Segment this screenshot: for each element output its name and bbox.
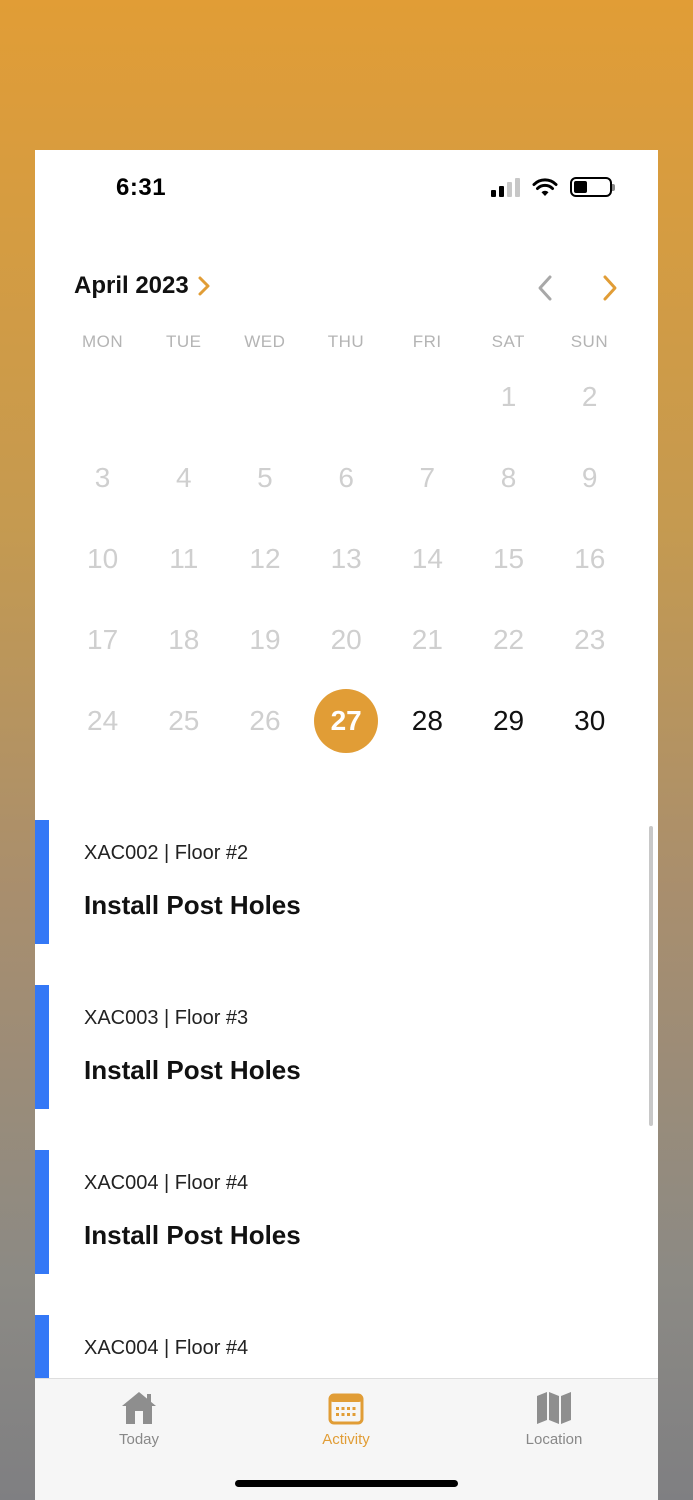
calendar-empty-cell bbox=[143, 356, 224, 437]
battery-icon bbox=[570, 177, 615, 197]
calendar-day[interactable]: 26 bbox=[224, 680, 305, 761]
task-status-bar bbox=[35, 985, 49, 1109]
calendar-day[interactable]: 29 bbox=[468, 680, 549, 761]
calendar-day[interactable]: 10 bbox=[62, 518, 143, 599]
month-title: April 2023 bbox=[74, 272, 189, 299]
calendar-day[interactable]: 14 bbox=[387, 518, 468, 599]
weekday-header: MON TUE WED THU FRI SAT SUN bbox=[62, 332, 630, 352]
calendar-day-selected[interactable]: 27 bbox=[306, 680, 387, 761]
task-code: XAC003 | Floor #3 bbox=[84, 1007, 249, 1029]
calendar-day[interactable]: 4 bbox=[143, 437, 224, 518]
calendar-day[interactable]: 19 bbox=[224, 599, 305, 680]
tab-label: Today bbox=[118, 1431, 160, 1448]
weekday-label: SAT bbox=[491, 332, 525, 351]
calendar-day[interactable]: 16 bbox=[549, 518, 630, 599]
calendar-icon bbox=[328, 1393, 364, 1425]
calendar-day[interactable]: 5 bbox=[224, 437, 305, 518]
calendar-day[interactable]: 7 bbox=[387, 437, 468, 518]
task-card[interactable]: XAC004 | Floor #4 Install Post Holes bbox=[35, 1150, 658, 1274]
calendar-day[interactable]: 23 bbox=[549, 599, 630, 680]
calendar-day[interactable]: 22 bbox=[468, 599, 549, 680]
calendar-grid: 1 2 3 4 5 6 7 8 9 10 11 12 13 14 15 16 17 18 19 20 21 22 23 24 2… bbox=[62, 356, 630, 761]
calendar-empty-cell bbox=[62, 356, 143, 437]
tab-label: Location bbox=[525, 1431, 583, 1448]
weekday-label: MON bbox=[81, 332, 124, 351]
calendar-day[interactable]: 13 bbox=[306, 518, 387, 599]
app-screen: 6:31 April 2023 MON TUE WED THU FRI SAT … bbox=[35, 150, 658, 1500]
home-indicator[interactable] bbox=[235, 1480, 458, 1487]
task-status-bar bbox=[35, 1150, 49, 1274]
calendar-day[interactable]: 12 bbox=[224, 518, 305, 599]
calendar-day[interactable]: 25 bbox=[143, 680, 224, 761]
task-card[interactable]: XAC003 | Floor #3 Install Post Holes bbox=[35, 985, 658, 1109]
tab-label: Activity bbox=[322, 1431, 370, 1448]
tab-today[interactable]: Today bbox=[79, 1389, 199, 1448]
weekday-label: TUE bbox=[165, 332, 202, 351]
calendar-day[interactable]: 24 bbox=[62, 680, 143, 761]
calendar-day[interactable]: 1 bbox=[468, 356, 549, 437]
task-title: Install Post Holes bbox=[84, 1220, 301, 1250]
calendar-empty-cell bbox=[387, 356, 468, 437]
map-icon bbox=[537, 1392, 571, 1424]
status-time: 6:31 bbox=[116, 174, 167, 201]
calendar-day[interactable]: 28 bbox=[387, 680, 468, 761]
calendar-day[interactable]: 2 bbox=[549, 356, 630, 437]
calendar-day[interactable]: 21 bbox=[387, 599, 468, 680]
calendar-day[interactable]: 18 bbox=[143, 599, 224, 680]
tab-location[interactable]: Location bbox=[494, 1389, 614, 1448]
task-title: Install Post Holes bbox=[84, 890, 301, 920]
calendar-day[interactable]: 8 bbox=[468, 437, 549, 518]
calendar-day[interactable]: 20 bbox=[306, 599, 387, 680]
task-card[interactable]: XAC002 | Floor #2 Install Post Holes bbox=[35, 820, 658, 944]
calendar-empty-cell bbox=[306, 356, 387, 437]
month-header[interactable]: April 2023 bbox=[74, 272, 211, 300]
calendar-day[interactable]: 6 bbox=[306, 437, 387, 518]
task-code: XAC004 | Floor #4 bbox=[84, 1337, 249, 1359]
next-month-button[interactable] bbox=[596, 272, 624, 304]
weekday-label: FRI bbox=[412, 332, 442, 351]
task-code: XAC004 | Floor #4 bbox=[84, 1172, 249, 1194]
calendar-day[interactable]: 11 bbox=[143, 518, 224, 599]
calendar-day[interactable]: 15 bbox=[468, 518, 549, 599]
home-icon bbox=[122, 1392, 156, 1424]
cellular-signal-icon bbox=[491, 177, 520, 197]
task-status-bar bbox=[35, 820, 49, 944]
status-icons bbox=[491, 175, 615, 199]
previous-month-button[interactable] bbox=[531, 272, 559, 304]
calendar-day[interactable]: 9 bbox=[549, 437, 630, 518]
tab-activity[interactable]: Activity bbox=[286, 1389, 406, 1448]
calendar-day[interactable]: 30 bbox=[549, 680, 630, 761]
wifi-icon bbox=[532, 178, 558, 196]
calendar-day[interactable]: 3 bbox=[62, 437, 143, 518]
chevron-right-icon bbox=[198, 276, 210, 296]
weekday-label: WED bbox=[244, 332, 286, 351]
selected-day-label: 27 bbox=[314, 688, 379, 753]
scrollbar[interactable] bbox=[649, 826, 653, 1126]
calendar-day[interactable]: 17 bbox=[62, 599, 143, 680]
weekday-label: SUN bbox=[570, 332, 609, 351]
weekday-label: THU bbox=[327, 332, 365, 351]
calendar-empty-cell bbox=[224, 356, 305, 437]
task-code: XAC002 | Floor #2 bbox=[84, 842, 249, 864]
task-title: Install Post Holes bbox=[84, 1055, 301, 1085]
